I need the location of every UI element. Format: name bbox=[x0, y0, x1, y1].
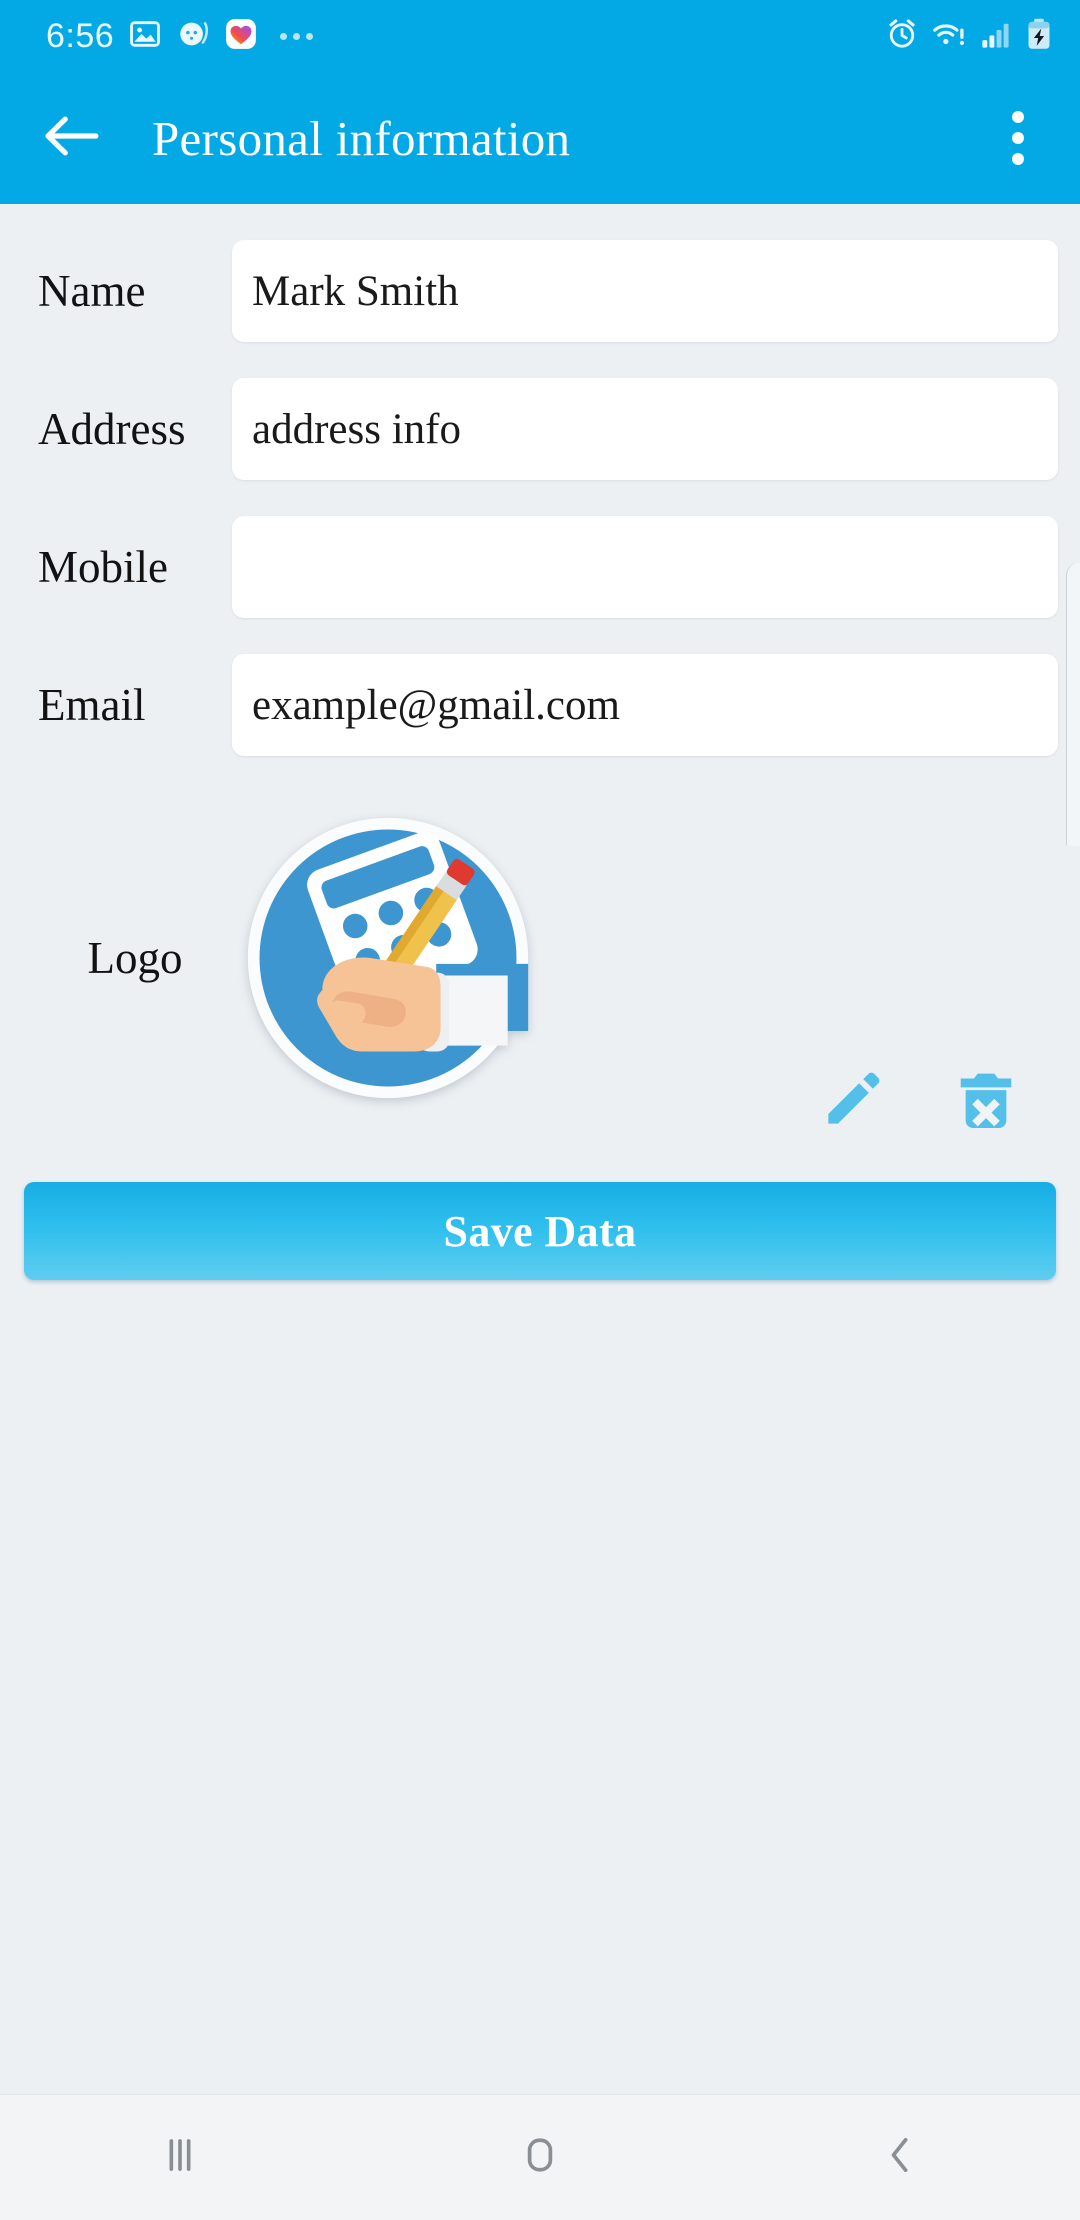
label-address: Address bbox=[38, 403, 186, 454]
pencil-edit-icon bbox=[819, 1067, 885, 1138]
email-input[interactable] bbox=[232, 654, 1058, 756]
status-bar-clock: 6:56 bbox=[46, 16, 115, 55]
label-logo: Logo bbox=[87, 933, 183, 983]
battery-charging-icon bbox=[1024, 17, 1054, 56]
recents-icon bbox=[154, 2129, 206, 2186]
label-mobile: Mobile bbox=[38, 541, 168, 592]
status-bar-left: 6:56 bbox=[46, 16, 314, 56]
field-row-address: Address bbox=[0, 378, 1080, 480]
edit-logo-button[interactable] bbox=[814, 1064, 890, 1140]
back-chevron-icon bbox=[874, 2129, 926, 2186]
app-bar: Personal information bbox=[0, 72, 1080, 204]
save-data-button[interactable]: Save Data bbox=[24, 1182, 1056, 1280]
mobile-input[interactable] bbox=[232, 516, 1058, 618]
name-input[interactable] bbox=[232, 240, 1058, 342]
wifi-warning-icon bbox=[932, 17, 968, 56]
hand-writing-calculator-logo bbox=[247, 817, 529, 1099]
recents-button[interactable] bbox=[105, 2095, 255, 2220]
logo-preview[interactable] bbox=[232, 812, 1058, 1104]
cellular-signal-icon bbox=[981, 17, 1011, 56]
status-bar: 6:56 bbox=[0, 0, 1080, 72]
overflow-menu-icon-dot bbox=[1012, 153, 1024, 165]
home-icon bbox=[514, 2129, 566, 2186]
back-button[interactable] bbox=[34, 101, 108, 175]
field-row-mobile: Mobile bbox=[0, 516, 1080, 618]
logo-section: Logo bbox=[0, 808, 1080, 1128]
page-title: Personal information bbox=[152, 110, 571, 166]
status-bar-right bbox=[885, 17, 1054, 56]
back-arrow-icon bbox=[40, 113, 102, 164]
baby-monitor-icon bbox=[176, 17, 210, 56]
more-notifications-icon bbox=[280, 32, 314, 40]
vertical-scrollbar[interactable] bbox=[1066, 562, 1080, 846]
delete-logo-button[interactable] bbox=[948, 1064, 1024, 1140]
overflow-menu-icon-dot bbox=[1012, 132, 1024, 144]
trash-delete-icon bbox=[953, 1067, 1019, 1138]
form-content: Name Address Mobile Email Logo bbox=[0, 204, 1080, 2094]
save-button-container: Save Data bbox=[0, 1182, 1080, 1280]
heart-app-icon bbox=[224, 17, 258, 56]
alarm-icon bbox=[885, 17, 919, 56]
label-email: Email bbox=[38, 679, 146, 730]
home-button[interactable] bbox=[465, 2095, 615, 2220]
label-name: Name bbox=[38, 265, 146, 316]
field-row-email: Email bbox=[0, 654, 1080, 756]
address-input[interactable] bbox=[232, 378, 1058, 480]
gallery-icon bbox=[128, 17, 162, 56]
back-nav-button[interactable] bbox=[825, 2095, 975, 2220]
system-navigation-bar bbox=[0, 2094, 1080, 2220]
field-row-name: Name bbox=[0, 240, 1080, 342]
phone-screen: 6:56 Personal information Name Mark Smit… bbox=[0, 0, 1080, 2220]
overflow-menu-icon-dot bbox=[1012, 111, 1024, 123]
overflow-menu-button[interactable] bbox=[986, 101, 1050, 175]
logo-action-buttons bbox=[814, 1064, 1024, 1140]
